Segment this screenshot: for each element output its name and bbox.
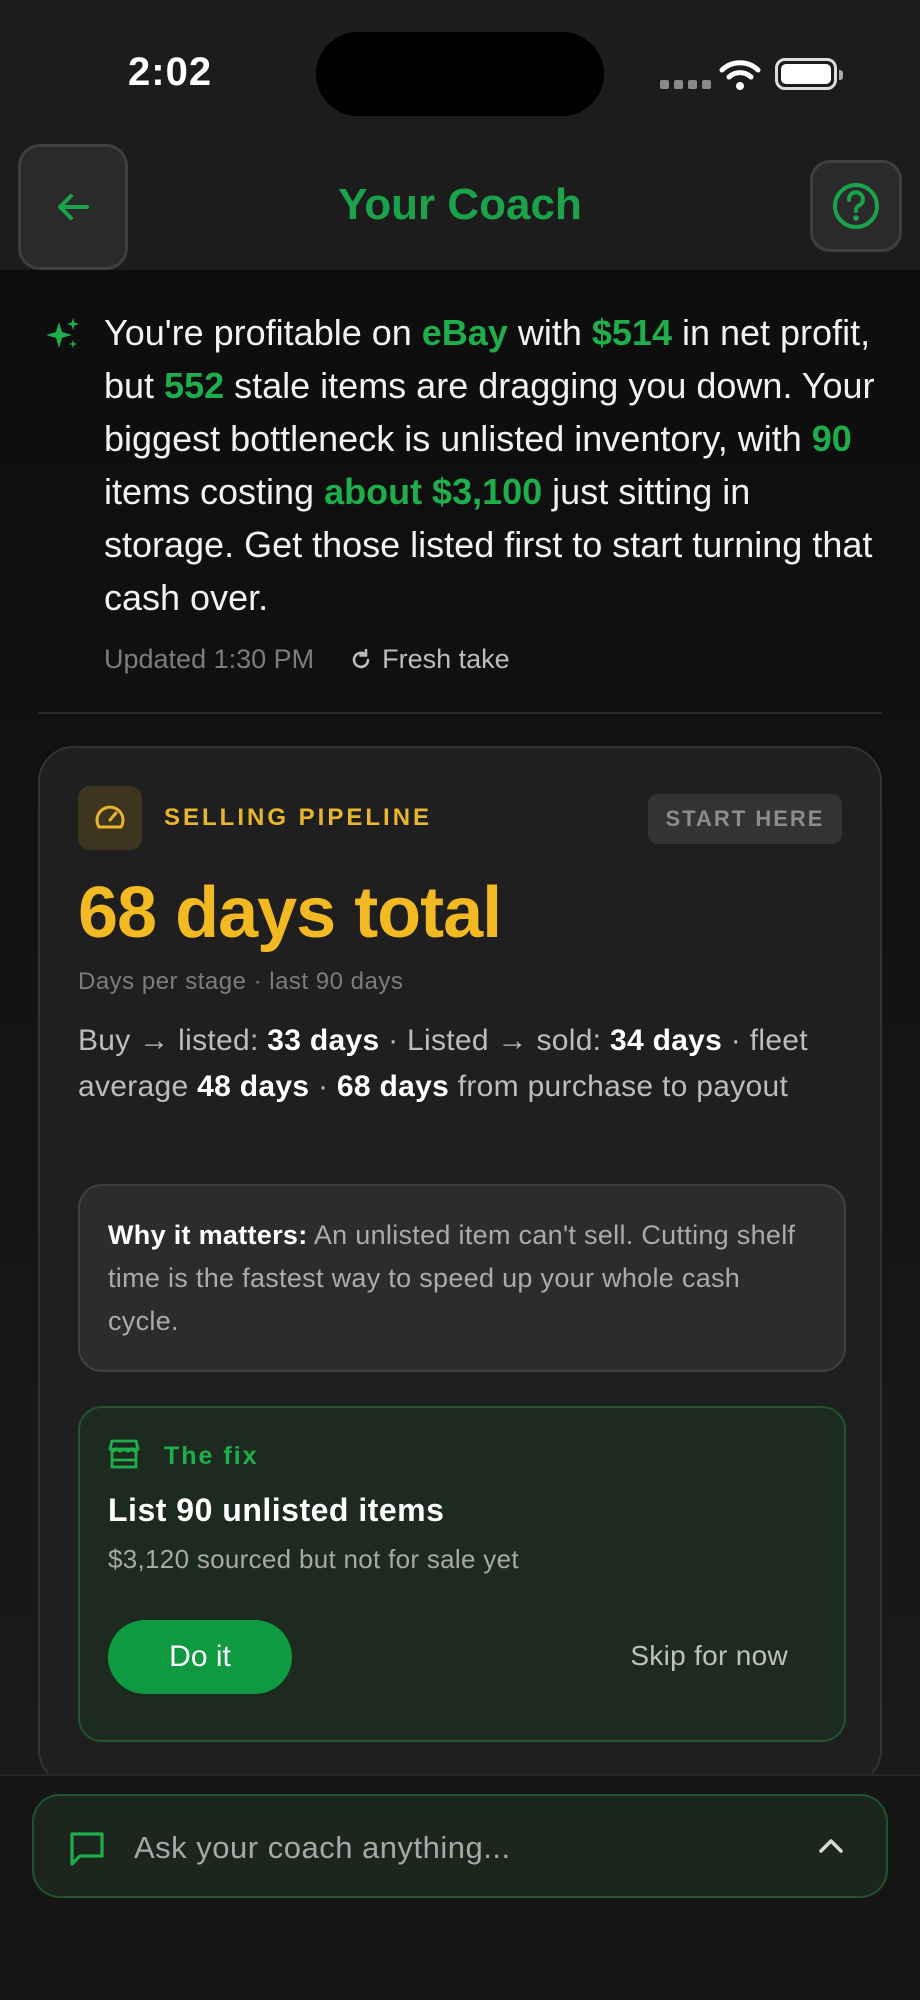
metric-subtitle: Days per stage · last 90 days <box>78 968 404 995</box>
page-title: Your Coach <box>338 180 582 229</box>
status-time: 2:02 <box>128 50 213 94</box>
selling-pipeline-card: SELLING PIPELINE START HERE 68 days tota… <box>38 746 882 1786</box>
wifi-icon <box>718 58 762 97</box>
help-button[interactable] <box>810 160 902 252</box>
sparkle-icon <box>46 318 80 357</box>
divider <box>38 712 882 714</box>
breakdown-text: · Listed → sold: <box>379 1024 610 1057</box>
do-it-button[interactable]: Do it <box>108 1620 292 1694</box>
chat-bubble-icon <box>68 1830 106 1873</box>
dynamic-island <box>316 32 604 116</box>
updated-row: Updated 1:30 PM Fresh take <box>104 644 510 675</box>
summary-highlight: 552 <box>164 365 225 406</box>
summary-text: with <box>507 312 592 353</box>
start-here-badge: START HERE <box>648 794 842 844</box>
summary-highlight: about $3,100 <box>324 471 543 512</box>
updated-timestamp: Updated 1:30 PM <box>104 644 315 674</box>
pipeline-total-metric: 68 days total <box>78 873 502 953</box>
ask-coach-input[interactable]: Ask your coach anything... <box>32 1794 888 1898</box>
fix-subtitle: $3,120 sourced but not for sale yet <box>108 1544 519 1574</box>
ask-placeholder: Ask your coach anything... <box>134 1830 511 1865</box>
question-circle-icon <box>833 183 879 229</box>
status-bar: 2:02 <box>0 0 920 140</box>
breakdown-text: Buy → listed: <box>78 1024 268 1057</box>
gauge-icon <box>78 786 142 850</box>
app-header: Your Coach <box>0 140 920 270</box>
breakdown-text: from purchase to payout <box>449 1070 789 1103</box>
summary-highlight: $514 <box>591 312 672 353</box>
chevron-up-icon[interactable] <box>816 1834 846 1863</box>
total-days-value: 68 days <box>336 1070 450 1103</box>
fix-label: The fix <box>164 1442 259 1470</box>
summary-text: items costing <box>104 471 325 512</box>
card-eyebrow: SELLING PIPELINE <box>164 804 433 831</box>
refresh-icon <box>352 648 370 668</box>
skip-for-now-button[interactable]: Skip for now <box>630 1640 788 1672</box>
stage-breakdown: Buy → listed: 33 days · Listed → sold: 3… <box>78 1018 858 1110</box>
listed-to-sold-value: 34 days <box>609 1024 723 1057</box>
cellular-signal-icon <box>660 80 711 89</box>
coach-summary: You're profitable on eBay with $514 in n… <box>104 306 884 624</box>
buy-to-listed-value: 33 days <box>267 1024 380 1057</box>
summary-text: You're profitable on <box>104 312 422 353</box>
storefront-icon <box>108 1438 140 1475</box>
fresh-take-button[interactable]: Fresh take <box>350 644 510 675</box>
why-it-matters-box: Why it matters: An unlisted item can't s… <box>78 1184 846 1372</box>
breakdown-text: · <box>309 1070 337 1103</box>
fix-title: List 90 unlisted items <box>108 1492 445 1528</box>
fleet-average-value: 48 days <box>197 1070 310 1103</box>
why-label: Why it matters: <box>108 1220 308 1250</box>
summary-highlight: 90 <box>811 418 852 459</box>
summary-highlight: eBay <box>421 312 508 353</box>
fresh-take-label: Fresh take <box>382 644 510 674</box>
battery-icon <box>775 58 843 90</box>
fix-box: The fix List 90 unlisted items $3,120 so… <box>78 1406 846 1742</box>
